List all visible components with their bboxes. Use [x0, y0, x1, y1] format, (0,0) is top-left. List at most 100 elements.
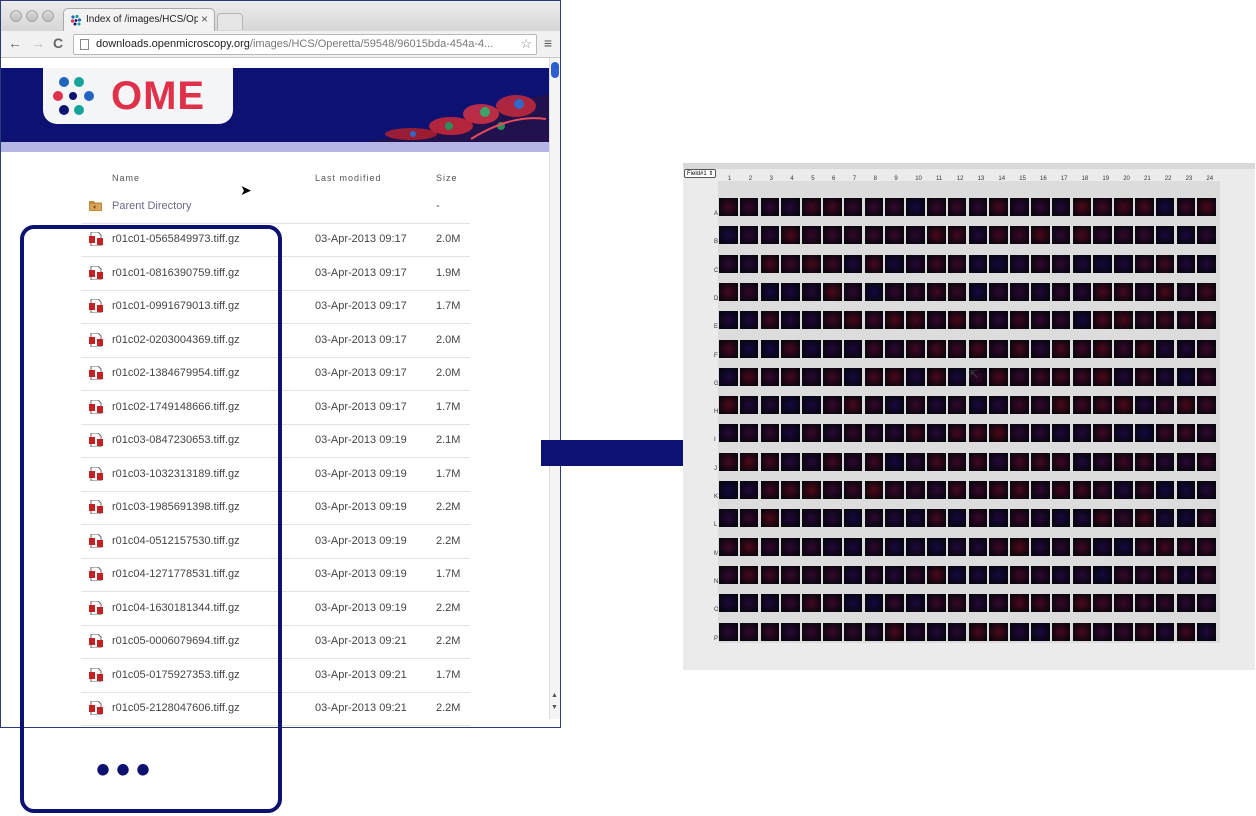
- plate-well[interactable]: [1135, 254, 1154, 273]
- ome-logo[interactable]: OME: [43, 68, 233, 124]
- plate-well[interactable]: [989, 339, 1008, 358]
- plate-well[interactable]: [927, 481, 946, 499]
- plate-well[interactable]: [760, 282, 780, 301]
- plate-well[interactable]: [1093, 622, 1112, 641]
- plate-well[interactable]: [781, 282, 800, 301]
- new-tab-button[interactable]: [217, 13, 243, 30]
- plate-well[interactable]: [760, 396, 780, 415]
- plate-well[interactable]: [760, 509, 780, 528]
- plate-well[interactable]: [947, 481, 967, 499]
- plate-well[interactable]: [885, 565, 904, 584]
- plate-well[interactable]: [1010, 339, 1029, 358]
- plate-well[interactable]: [885, 396, 904, 415]
- plate-well[interactable]: [1176, 396, 1196, 415]
- plate-well[interactable]: [906, 198, 925, 216]
- close-window-button[interactable]: [10, 10, 22, 22]
- plate-well[interactable]: [989, 282, 1008, 301]
- plate-well[interactable]: [1197, 282, 1216, 301]
- plate-well[interactable]: [906, 537, 925, 556]
- plate-well[interactable]: [739, 509, 759, 528]
- plate-well[interactable]: [843, 198, 863, 216]
- plate-well[interactable]: [1197, 396, 1216, 415]
- plate-well[interactable]: [885, 481, 904, 499]
- plate-well[interactable]: [843, 254, 863, 273]
- plate-well[interactable]: [823, 594, 842, 613]
- plate-well[interactable]: [947, 424, 967, 443]
- tab-close-icon[interactable]: ×: [201, 12, 208, 26]
- reload-icon[interactable]: C: [53, 35, 63, 51]
- plate-well[interactable]: [1135, 396, 1154, 415]
- plate-well[interactable]: [1051, 226, 1071, 245]
- plate-well[interactable]: [1010, 481, 1029, 499]
- plate-well[interactable]: [823, 452, 842, 471]
- plate-well[interactable]: [1114, 198, 1133, 216]
- plate-well[interactable]: [968, 452, 988, 471]
- plate-well[interactable]: [864, 396, 884, 415]
- plate-well[interactable]: [864, 594, 884, 613]
- plate-well[interactable]: [760, 254, 780, 273]
- plate-well[interactable]: [864, 481, 884, 499]
- plate-well[interactable]: [1010, 622, 1029, 641]
- plate-well[interactable]: [989, 509, 1008, 528]
- plate-well[interactable]: [1114, 254, 1133, 273]
- plate-well[interactable]: [1155, 339, 1175, 358]
- plate-well[interactable]: [989, 367, 1008, 386]
- plate-well[interactable]: [802, 565, 821, 584]
- plate-well[interactable]: [989, 311, 1008, 330]
- plate-well[interactable]: [1176, 509, 1196, 528]
- plate-well[interactable]: [1197, 537, 1216, 556]
- plate-well[interactable]: [1176, 481, 1196, 499]
- parent-directory-link[interactable]: Parent Directory: [112, 200, 191, 212]
- plate-well[interactable]: [1176, 339, 1196, 358]
- plate-well[interactable]: [760, 311, 780, 330]
- plate-well[interactable]: [968, 198, 988, 216]
- plate-well[interactable]: [781, 339, 800, 358]
- plate-well[interactable]: [739, 396, 759, 415]
- plate-well[interactable]: [760, 367, 780, 386]
- plate-well[interactable]: [1031, 282, 1050, 301]
- plate-well[interactable]: [906, 254, 925, 273]
- plate-well[interactable]: [1176, 424, 1196, 443]
- plate-well[interactable]: [843, 622, 863, 641]
- plate-well[interactable]: [947, 396, 967, 415]
- plate-well[interactable]: [739, 198, 759, 216]
- plate-well[interactable]: [1051, 311, 1071, 330]
- plate-well[interactable]: [1072, 282, 1092, 301]
- field-select[interactable]: Field#1 ⇕: [684, 169, 717, 178]
- plate-well[interactable]: [1031, 254, 1050, 273]
- plate-well[interactable]: [1176, 282, 1196, 301]
- plate-well[interactable]: [1114, 367, 1133, 386]
- plate-well[interactable]: [760, 537, 780, 556]
- plate-well[interactable]: [1031, 396, 1050, 415]
- plate-well[interactable]: [760, 481, 780, 499]
- plate-well[interactable]: [1010, 311, 1029, 330]
- plate-well[interactable]: [719, 311, 738, 330]
- plate-well[interactable]: [864, 282, 884, 301]
- plate-well[interactable]: [760, 198, 780, 216]
- plate-well[interactable]: [802, 509, 821, 528]
- plate-well[interactable]: [1155, 594, 1175, 613]
- plate-well[interactable]: [1093, 396, 1112, 415]
- plate-well[interactable]: [989, 594, 1008, 613]
- plate-well[interactable]: [843, 452, 863, 471]
- scroll-down-icon[interactable]: ▼: [551, 704, 558, 711]
- plate-well[interactable]: [1051, 481, 1071, 499]
- plate-well[interactable]: [802, 622, 821, 641]
- plate-well[interactable]: [760, 594, 780, 613]
- plate-well[interactable]: [1031, 594, 1050, 613]
- plate-well[interactable]: [1031, 622, 1050, 641]
- plate-well[interactable]: [843, 594, 863, 613]
- plate-well[interactable]: [1072, 481, 1092, 499]
- plate-well[interactable]: [1155, 254, 1175, 273]
- plate-well[interactable]: [802, 282, 821, 301]
- plate-well[interactable]: [947, 367, 967, 386]
- plate-well[interactable]: [1135, 198, 1154, 216]
- plate-well[interactable]: [1114, 452, 1133, 471]
- scroll-up-icon[interactable]: ▲: [551, 692, 558, 699]
- plate-well[interactable]: [968, 282, 988, 301]
- plate-well[interactable]: [968, 311, 988, 330]
- plate-well[interactable]: [906, 424, 925, 443]
- plate-well[interactable]: [1072, 311, 1092, 330]
- plate-well[interactable]: [885, 198, 904, 216]
- plate-well[interactable]: [927, 537, 946, 556]
